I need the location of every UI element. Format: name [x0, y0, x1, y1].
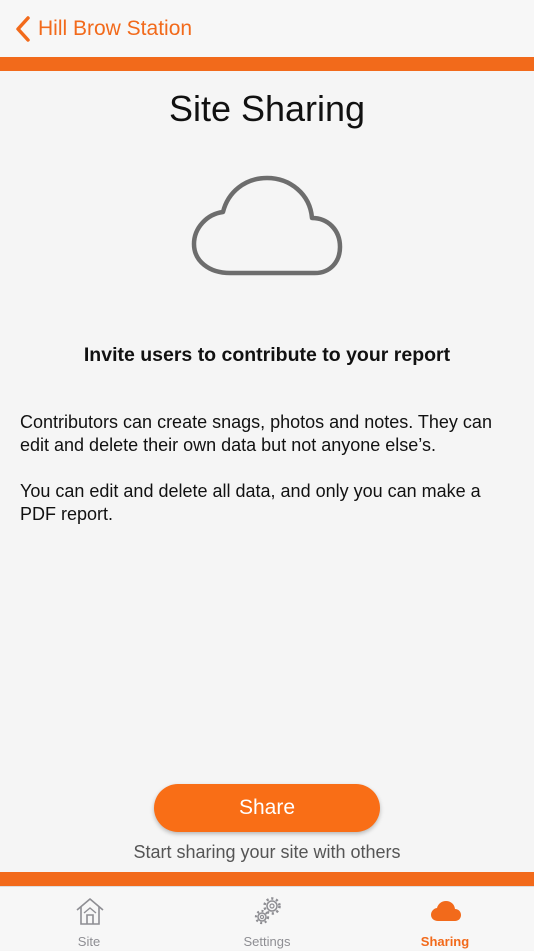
tab-site[interactable]: Site [0, 887, 178, 951]
back-label: Hill Brow Station [38, 17, 193, 40]
tab-label: Sharing [420, 934, 470, 949]
description: Contributors can create snags, photos an… [20, 411, 516, 549]
tab-sharing[interactable]: Sharing [356, 887, 534, 951]
page-title: Site Sharing [168, 88, 366, 129]
house-icon [76, 898, 104, 925]
tab-label: Settings [243, 934, 291, 949]
navigation-bar: Hill Brow Station [0, 0, 534, 57]
tab-label: Site [77, 934, 101, 949]
gears-icon [254, 897, 281, 925]
chevron-left-icon [16, 16, 30, 42]
tab-settings[interactable]: Settings [178, 887, 356, 951]
share-hint: Start sharing your site with others [133, 842, 401, 862]
back-button[interactable]: Hill Brow Station [14, 12, 192, 46]
accent-bar-bottom [0, 872, 534, 886]
share-button[interactable]: Share [154, 784, 380, 832]
section-subtitle: Invite users to contribute to your repor… [83, 344, 451, 366]
description-paragraph: You can edit and delete all data, and on… [20, 481, 481, 524]
cloud-icon [191, 175, 343, 276]
cloud-icon [431, 901, 461, 921]
tab-bar: Site Settings Sharing [0, 886, 534, 950]
accent-bar-top [0, 57, 534, 71]
description-paragraph: Contributors can create snags, photos an… [20, 412, 492, 455]
